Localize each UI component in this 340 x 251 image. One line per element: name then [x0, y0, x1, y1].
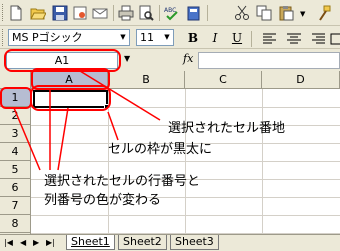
name-box[interactable]: A1	[6, 52, 118, 69]
column-header-b[interactable]: B	[108, 71, 185, 89]
row-header-2[interactable]: 2	[0, 107, 31, 125]
first-sheet-button[interactable]: |◀	[4, 238, 13, 248]
toolbar-separator	[251, 31, 252, 47]
row-header-1[interactable]: 1	[0, 89, 31, 107]
paste-options-arrow[interactable]: ▼	[300, 10, 305, 18]
insert-function-icon[interactable]: fx	[183, 52, 193, 65]
cut-icon[interactable]	[234, 5, 250, 21]
print-preview-icon[interactable]	[138, 5, 154, 21]
toolbar-grip[interactable]	[2, 4, 5, 21]
font-name-dropdown-arrow[interactable]: ▼	[117, 30, 129, 45]
toolbar-grip[interactable]	[2, 29, 5, 46]
row-header-7[interactable]: 7	[0, 197, 31, 215]
bold-button[interactable]: B	[184, 30, 202, 47]
save-icon[interactable]	[52, 5, 68, 21]
sheet-tab-sheet1[interactable]: Sheet1	[66, 235, 115, 250]
sheet-tab-sheet2[interactable]: Sheet2	[118, 235, 167, 250]
format-painter-icon[interactable]	[316, 5, 332, 21]
standard-toolbar: ABC ▼	[0, 0, 340, 26]
annotation-cell-border: セルの枠が黒太に	[108, 142, 213, 157]
merge-center-icon[interactable]	[330, 31, 340, 47]
annotation-header-color-line2: 列番号の色が変わる	[44, 193, 162, 208]
formula-bar: A1 ▼ fx	[0, 50, 340, 71]
font-name-select[interactable]: MS Pゴシック ▼	[8, 29, 130, 46]
new-document-icon[interactable]	[8, 5, 24, 21]
row-header-3[interactable]: 3	[0, 125, 31, 143]
spell-check-icon[interactable]: ABC	[164, 5, 180, 21]
gridline	[31, 215, 340, 216]
fill-handle[interactable]	[104, 104, 109, 109]
font-size-value: 11	[140, 31, 154, 44]
row-header-5[interactable]: 5	[0, 161, 31, 179]
row-header-4[interactable]: 4	[0, 143, 31, 161]
next-sheet-button[interactable]: ▶	[33, 238, 39, 248]
copy-icon[interactable]	[256, 5, 272, 21]
font-size-dropdown-arrow[interactable]: ▼	[161, 30, 173, 45]
research-icon[interactable]	[186, 5, 202, 21]
active-cell-a1[interactable]	[33, 90, 108, 108]
column-header-a[interactable]: A	[31, 71, 108, 89]
sheet-tab-bar: |◀ ◀ ▶ ▶| Sheet1 Sheet2 Sheet3	[0, 234, 340, 251]
print-icon[interactable]	[118, 5, 134, 21]
toolbar-separator	[159, 5, 160, 21]
annotation-cell-address: 選択されたセル番地	[168, 121, 286, 136]
formula-input[interactable]	[198, 52, 340, 69]
font-size-select[interactable]: 11 ▼	[136, 29, 174, 46]
select-all-corner[interactable]	[0, 71, 31, 89]
prev-sheet-button[interactable]: ◀	[20, 238, 26, 248]
svg-text:ABC: ABC	[164, 7, 176, 14]
name-box-dropdown-arrow[interactable]: ▼	[124, 54, 130, 63]
toolbar-separator	[207, 5, 208, 21]
permission-icon[interactable]	[72, 5, 88, 21]
italic-button[interactable]: I	[206, 30, 224, 47]
last-sheet-button[interactable]: ▶|	[46, 238, 55, 248]
column-header-c[interactable]: C	[185, 71, 262, 89]
align-right-icon[interactable]	[310, 31, 326, 47]
column-header-d[interactable]: D	[262, 71, 340, 89]
email-icon[interactable]	[92, 5, 108, 21]
row-header-8[interactable]: 8	[0, 215, 31, 233]
font-name-value: MS Pゴシック	[12, 31, 83, 44]
row-header-6[interactable]: 6	[0, 179, 31, 197]
annotation-header-color-line1: 選択されたセルの行番号と	[44, 174, 201, 189]
gridline	[31, 161, 340, 162]
toolbar-separator	[113, 5, 114, 21]
paste-icon[interactable]	[278, 5, 294, 21]
underline-button[interactable]: U	[228, 30, 246, 47]
open-folder-icon[interactable]	[30, 5, 46, 21]
align-center-icon[interactable]	[286, 31, 302, 47]
sheet-tab-sheet3[interactable]: Sheet3	[170, 235, 219, 250]
align-left-icon[interactable]	[262, 31, 278, 47]
